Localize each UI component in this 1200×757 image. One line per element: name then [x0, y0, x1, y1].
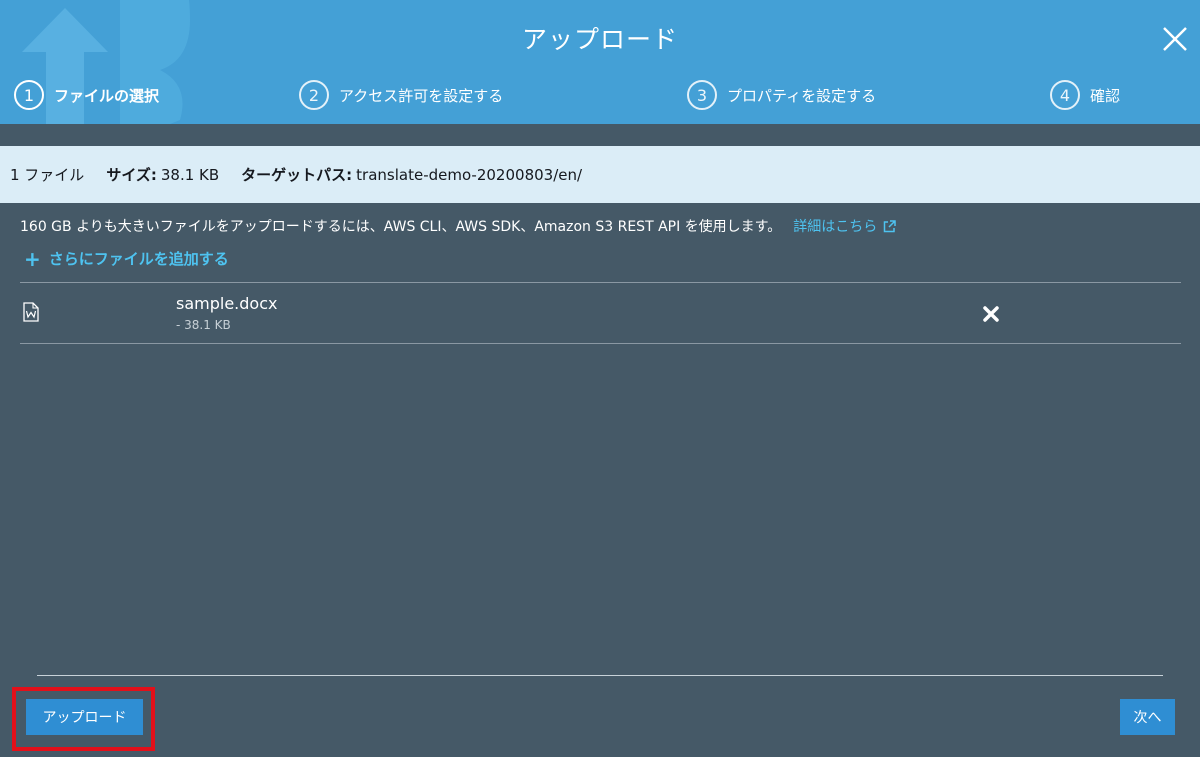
file-list: sample.docx - 38.1 KB: [20, 282, 1181, 344]
learn-more-label: 詳細はこちら: [793, 219, 878, 235]
target-path-label: ターゲットパス:: [241, 166, 353, 184]
step-set-properties[interactable]: 3 プロパティを設定する: [687, 78, 876, 112]
remove-icon[interactable]: [982, 305, 1000, 323]
file-name: sample.docx: [176, 294, 278, 313]
add-more-files-button[interactable]: + さらにファイルを追加する: [24, 248, 229, 269]
file-size: - 38.1 KB: [176, 318, 231, 332]
size-value: 38.1 KB: [160, 165, 220, 184]
target-path-value: translate-demo-20200803/en/: [356, 165, 583, 184]
step-select-files[interactable]: 1 ファイルの選択: [14, 78, 159, 112]
next-button[interactable]: 次へ: [1120, 699, 1175, 735]
modal-header: アップロード 1 ファイルの選択 2 アクセス許可を設定する 3 プロパティを設…: [0, 0, 1200, 124]
header-spacer: [0, 124, 1200, 146]
list-item: sample.docx - 38.1 KB: [20, 283, 1181, 343]
close-icon[interactable]: [1160, 24, 1190, 54]
step-label: ファイルの選択: [54, 86, 160, 105]
learn-more-link[interactable]: 詳細はこちら: [793, 216, 897, 236]
step-number: 3: [687, 80, 717, 110]
large-file-notice: 160 GB よりも大きいファイルをアップロードするには、AWS CLI、AWS…: [20, 216, 897, 236]
step-number: 4: [1050, 80, 1080, 110]
upload-button[interactable]: アップロード: [26, 699, 143, 735]
step-set-permissions[interactable]: 2 アクセス許可を設定する: [299, 78, 503, 112]
step-number: 1: [14, 80, 44, 110]
size-label: サイズ:: [106, 166, 157, 184]
external-link-icon: [884, 219, 897, 232]
plus-icon: +: [24, 246, 41, 271]
file-count: 1 ファイル: [10, 166, 85, 184]
step-label: 確認: [1090, 86, 1121, 105]
footer-divider: [37, 675, 1163, 676]
step-label: プロパティを設定する: [727, 86, 877, 105]
step-review[interactable]: 4 確認: [1050, 78, 1120, 112]
step-number: 2: [299, 80, 329, 110]
word-document-icon: [23, 302, 39, 322]
add-more-label: さらにファイルを追加する: [48, 250, 229, 268]
wizard-steps: 1 ファイルの選択 2 アクセス許可を設定する 3 プロパティを設定する 4 確…: [0, 78, 1200, 112]
modal-title: アップロード: [521, 25, 678, 54]
upload-summary-bar: 1 ファイル サイズ: 38.1 KB ターゲットパス: translate-d…: [0, 146, 1200, 203]
notice-text: 160 GB よりも大きいファイルをアップロードするには、AWS CLI、AWS…: [20, 219, 782, 235]
step-label: アクセス許可を設定する: [339, 86, 504, 105]
